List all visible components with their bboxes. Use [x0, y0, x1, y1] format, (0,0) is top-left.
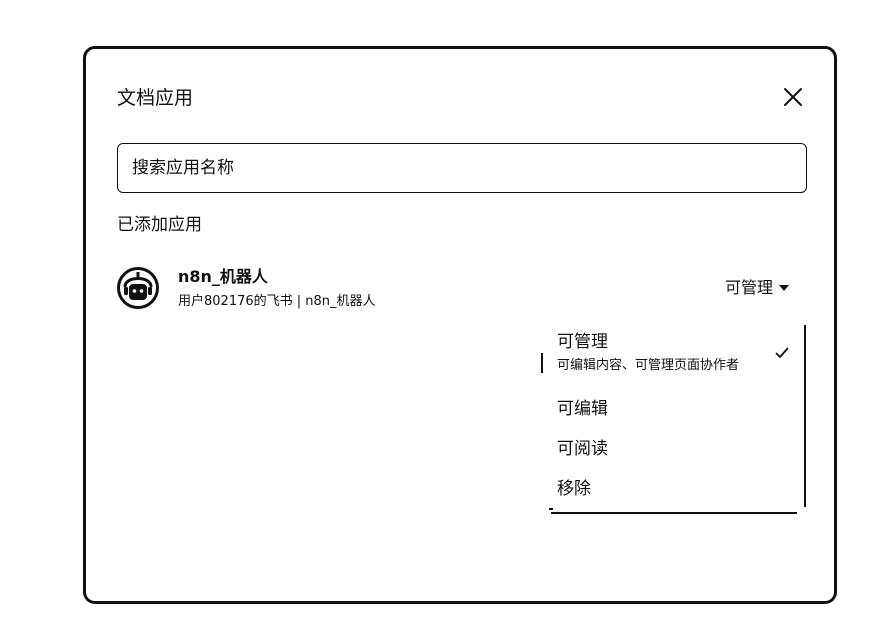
- caret-down-icon: [779, 285, 790, 291]
- menu-item-remove[interactable]: 移除: [557, 477, 591, 501]
- permission-value: 可管理: [725, 278, 774, 297]
- menu-border-bottom: [551, 512, 797, 514]
- menu-item-label: 移除: [557, 479, 591, 499]
- menu-border-right: [804, 325, 806, 507]
- dialog-title: 文档应用: [117, 87, 194, 109]
- permission-dropdown[interactable]: 可管理: [725, 276, 790, 300]
- menu-item-label: 可阅读: [557, 439, 608, 459]
- app-name: n8n_机器人: [178, 267, 268, 286]
- close-icon: [784, 88, 802, 106]
- checkmark-icon: [775, 347, 789, 359]
- menu-item-label: 可编辑: [557, 399, 608, 419]
- avatar: [117, 267, 159, 309]
- app-list-item: n8n_机器人 用户802176的飞书 | n8n_机器人 可管理: [117, 264, 807, 316]
- menu-item-read[interactable]: 可阅读: [557, 437, 608, 461]
- permission-menu: 可管理 可编辑内容、可管理页面协作者 可编辑 可阅读 移除: [539, 325, 806, 514]
- app-owner: 用户802176的飞书 | n8n_机器人: [178, 294, 376, 309]
- robot-avatar-icon: [117, 267, 159, 309]
- menu-item-label: 可管理: [557, 332, 608, 352]
- menu-item-edit[interactable]: 可编辑: [557, 397, 608, 421]
- menu-item-manage[interactable]: 可管理 可编辑内容、可管理页面协作者: [557, 330, 739, 376]
- menu-border-left: [541, 353, 543, 373]
- menu-border-corner: [549, 508, 553, 510]
- search-input[interactable]: [117, 143, 807, 193]
- document-apps-dialog: 文档应用 已添加应用 n8n_机器人 用户802176的飞书 | n8n_机器人…: [83, 46, 837, 604]
- menu-item-description: 可编辑内容、可管理页面协作者: [557, 358, 740, 373]
- added-apps-heading: 已添加应用: [117, 215, 202, 235]
- close-button[interactable]: [781, 85, 805, 109]
